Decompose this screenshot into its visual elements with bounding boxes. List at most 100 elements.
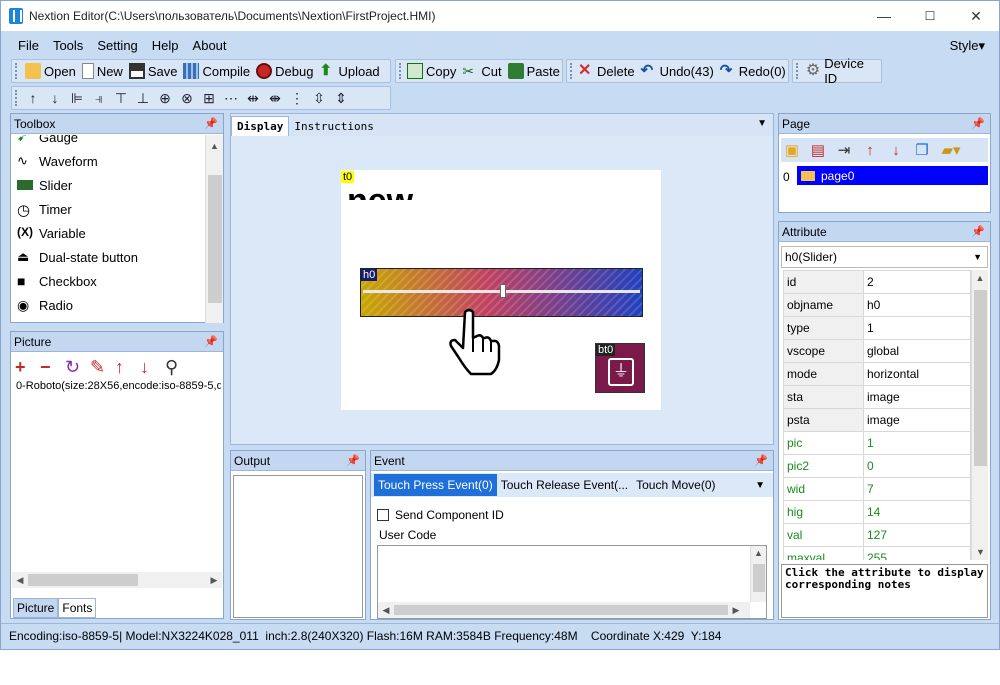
attribute-value[interactable]: 127 xyxy=(863,523,971,547)
font-generator-icon[interactable]: ⚲ xyxy=(165,357,187,378)
pin-icon[interactable]: 📌 xyxy=(754,454,768,467)
attribute-value[interactable]: 2 xyxy=(863,270,971,294)
menu-tools[interactable]: Tools xyxy=(46,38,90,53)
scroll-left-icon[interactable]: ◀ xyxy=(378,605,394,616)
menu-about[interactable]: About xyxy=(186,38,234,53)
toolbox-item-gauge[interactable]: ➹ Gauge xyxy=(11,135,205,149)
attribute-value[interactable]: global xyxy=(863,339,971,363)
page-item-page0[interactable]: page0 xyxy=(797,166,988,185)
attribute-row-val[interactable]: val 127 xyxy=(783,523,971,547)
attribute-value[interactable]: image xyxy=(863,385,971,409)
tab-dropdown-icon[interactable]: ▼ xyxy=(757,118,767,129)
move-page-up-icon[interactable]: ↑ xyxy=(859,142,881,159)
tab-touch-press[interactable]: Touch Press Event(0) xyxy=(374,474,497,496)
bt0-dual-state-button[interactable]: bt0 ⏚ xyxy=(595,343,645,393)
attribute-value[interactable]: 0 xyxy=(863,454,971,478)
scroll-left-icon[interactable]: ◀ xyxy=(12,575,28,586)
send-component-id-checkbox[interactable] xyxy=(377,509,389,521)
slider-thumb[interactable] xyxy=(500,284,506,298)
attribute-row-vscope[interactable]: vscope global xyxy=(783,339,971,363)
toolbox-item-waveform[interactable]: ∿ Waveform xyxy=(11,149,205,173)
open-button[interactable]: Open xyxy=(22,60,79,82)
move-page-down-icon[interactable]: ↓ xyxy=(885,142,907,159)
space-h-icon[interactable]: ⇹ xyxy=(244,89,262,107)
toolbox-item-radio[interactable]: ◉ Radio xyxy=(11,293,205,317)
toolbar-grip[interactable] xyxy=(399,63,401,79)
center-horizontal-icon[interactable]: ⊕ xyxy=(156,89,174,107)
tab-display[interactable]: Display xyxy=(231,116,290,136)
menu-help[interactable]: Help xyxy=(145,38,186,53)
page-canvas[interactable]: t0 new h0 bt0 ⏚ xyxy=(341,170,661,410)
attribute-row-maxval[interactable]: maxval 255 xyxy=(783,546,971,560)
scroll-thumb[interactable] xyxy=(974,290,987,466)
align-bottom-edge-icon[interactable]: ⊥ xyxy=(134,89,152,107)
tab-instructions[interactable]: Instructions xyxy=(289,117,378,136)
attribute-row-hig[interactable]: hig 14 xyxy=(783,500,971,524)
attribute-value[interactable]: horizontal xyxy=(863,362,971,386)
scroll-up-icon[interactable]: ▲ xyxy=(972,273,988,283)
space-h-dec-icon[interactable]: ⇼ xyxy=(266,89,284,107)
compile-button[interactable]: Compile xyxy=(180,60,253,82)
insert-page-icon[interactable]: ⇥ xyxy=(833,141,855,159)
attribute-scrollbar[interactable]: ▲ ▼ xyxy=(971,270,988,560)
code-hscrollbar[interactable]: ◀ ▶ xyxy=(378,602,750,618)
toolbar-grip[interactable] xyxy=(15,63,19,79)
minimize-button[interactable]: — xyxy=(861,1,907,31)
center-vertical-icon[interactable]: ⊗ xyxy=(178,89,196,107)
font-entry[interactable]: 0-Roboto(size:28X56,encode:iso-8859-5,qy… xyxy=(16,380,221,392)
add-icon[interactable]: + xyxy=(15,357,37,378)
move-up-icon[interactable]: ↑ xyxy=(115,357,137,378)
import-page-icon[interactable]: ▰▾ xyxy=(937,141,965,159)
toolbox-item-dual-state-button[interactable]: ⏏ Dual-state button xyxy=(11,245,205,269)
add-page-icon[interactable]: ▣ xyxy=(781,141,803,159)
toolbox-item-variable[interactable]: (X) Variable xyxy=(11,221,205,245)
style-menu[interactable]: Style▾ xyxy=(950,38,985,54)
scroll-up-icon[interactable]: ▲ xyxy=(751,548,766,558)
maximize-button[interactable]: ☐ xyxy=(907,1,953,31)
pin-icon[interactable]: 📌 xyxy=(204,117,218,130)
attribute-value[interactable]: 1 xyxy=(863,316,971,340)
delete-button[interactable]: ✕ Delete xyxy=(575,60,638,82)
attribute-value[interactable]: 14 xyxy=(863,500,971,524)
upload-button[interactable]: ⬆ Upload xyxy=(316,60,382,82)
toolbox-item-checkbox[interactable]: ■ Checkbox xyxy=(11,269,205,293)
redo-button[interactable]: ↷ Redo(0) xyxy=(717,60,789,82)
toolbox-item-slider[interactable]: Slider xyxy=(11,173,205,197)
copy-page-icon[interactable]: ❐ xyxy=(911,141,933,159)
pin-icon[interactable]: 📌 xyxy=(204,335,218,348)
close-button[interactable]: ✕ xyxy=(953,1,999,31)
align-left-icon[interactable]: ⊫ xyxy=(68,89,86,107)
save-button[interactable]: Save xyxy=(126,60,181,82)
attribute-row-type[interactable]: type 1 xyxy=(783,316,971,340)
remove-icon[interactable]: − xyxy=(40,357,62,378)
align-top-edge-icon[interactable]: ⊤ xyxy=(112,89,130,107)
attribute-value[interactable]: 7 xyxy=(863,477,971,501)
undo-button[interactable]: ↶ Undo(43) xyxy=(638,60,717,82)
toolbar-grip[interactable] xyxy=(15,90,19,106)
pin-icon[interactable]: 📌 xyxy=(971,117,985,130)
device-id-button[interactable]: ⚙ Device ID xyxy=(803,56,881,86)
toolbar-grip[interactable] xyxy=(570,63,572,79)
pin-icon[interactable]: 📌 xyxy=(346,454,360,467)
attribute-row-wid[interactable]: wid 7 xyxy=(783,477,971,501)
attribute-value[interactable]: h0 xyxy=(863,293,971,317)
same-size-icon[interactable]: ⊞ xyxy=(200,89,218,107)
attribute-row-sta[interactable]: sta image xyxy=(783,385,971,409)
scroll-thumb[interactable] xyxy=(394,605,728,615)
attribute-value[interactable]: 255 xyxy=(863,546,971,560)
copy-button[interactable]: Copy xyxy=(404,60,459,82)
toolbox-scrollbar[interactable]: ▲ xyxy=(205,135,223,323)
toolbar-grip[interactable] xyxy=(796,63,800,79)
code-vscrollbar[interactable]: ▲ xyxy=(750,546,766,602)
toolbox-item-timer[interactable]: ◷ Timer xyxy=(11,197,205,221)
delete-page-icon[interactable]: ▤ xyxy=(807,141,829,159)
attribute-row-mode[interactable]: mode horizontal xyxy=(783,362,971,386)
align-top-icon[interactable]: ↑ xyxy=(24,89,42,107)
scroll-up-icon[interactable]: ▲ xyxy=(206,141,223,151)
scroll-right-icon[interactable]: ▶ xyxy=(206,575,222,586)
attribute-row-pic[interactable]: pic 1 xyxy=(783,431,971,455)
tab-picture[interactable]: Picture xyxy=(13,598,59,618)
distribute-v-icon[interactable]: ⋮ xyxy=(288,89,306,107)
attribute-row-objname[interactable]: objname h0 xyxy=(783,293,971,317)
resources-hscrollbar[interactable]: ◀ ▶ xyxy=(12,572,222,588)
